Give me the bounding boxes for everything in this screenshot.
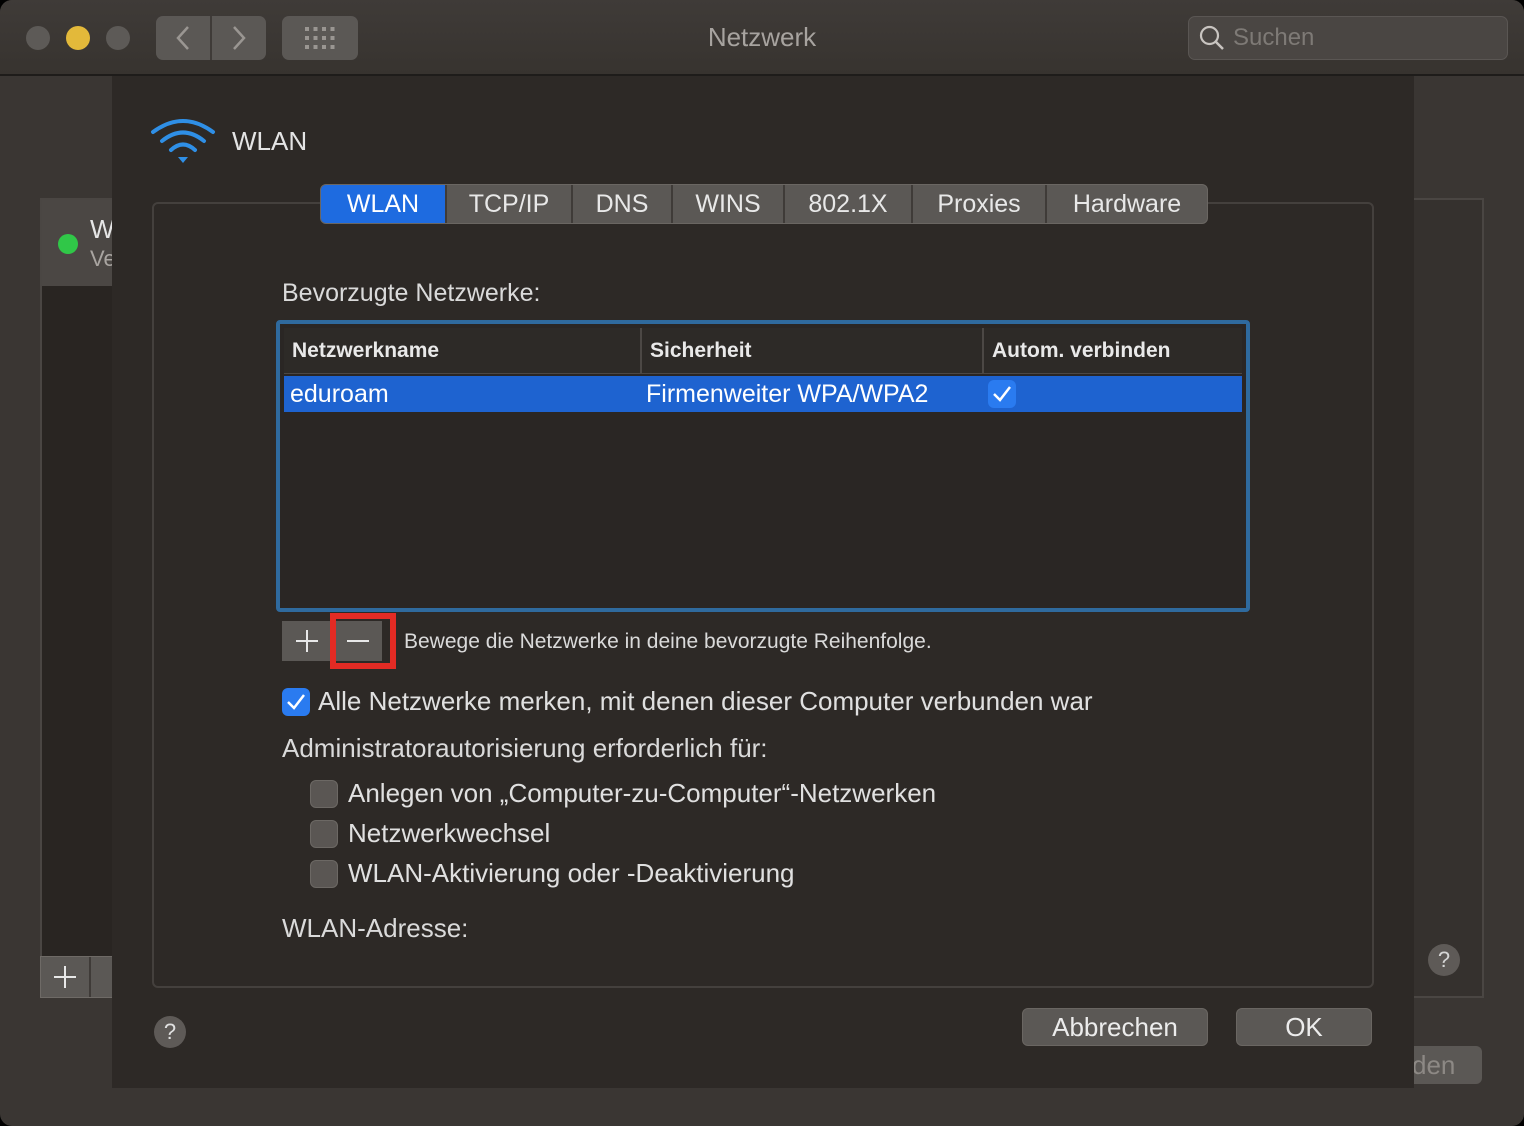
preferred-networks-label: Bevorzugte Netzwerke:: [282, 279, 541, 307]
sheet-title: WLAN: [232, 126, 308, 156]
preferred-networks-table[interactable]: Netzwerkname Sicherheit Autom. verbinden…: [276, 320, 1250, 612]
cancel-button[interactable]: Abbrechen: [1022, 1008, 1208, 1046]
status-connected-icon: [58, 234, 78, 254]
background-help-button[interactable]: ?: [1428, 944, 1460, 976]
admin-auth-label: Administratorautorisierung erforderlich …: [282, 733, 768, 763]
service-list-buttons: [40, 956, 120, 998]
cell-network-name: eduroam: [290, 379, 389, 408]
tab-wins[interactable]: WINS: [671, 185, 783, 223]
tab-bar: WLAN TCP/IP DNS WINS 802.1X Proxies Hard…: [320, 184, 1208, 224]
plus-icon: [54, 966, 76, 988]
highlight-annotation-box: [330, 613, 396, 669]
wifi-icon: [151, 119, 215, 163]
title-bar: Netzwerk: [0, 0, 1524, 76]
checkmark-icon: [993, 386, 1011, 402]
admin-option-checkbox-1[interactable]: [310, 779, 338, 808]
table-header: Netzwerkname Sicherheit Autom. verbinden: [284, 328, 1242, 374]
auto-connect-checkbox[interactable]: [988, 380, 1016, 408]
service-item-title: W: [90, 214, 115, 244]
background-action-button[interactable]: den: [1402, 1046, 1482, 1084]
cell-auto-connect: [982, 380, 1240, 408]
tab-dns[interactable]: DNS: [571, 185, 671, 223]
admin-option-row-1[interactable]: Anlegen von „Computer-zu-Computer“-Netzw…: [310, 778, 936, 809]
remember-networks-checkbox[interactable]: [282, 687, 310, 716]
network-preferences-window: Netzwerk W Ve ? den WLAN WLAN: [0, 0, 1524, 1126]
background-action-label: den: [1412, 1050, 1456, 1080]
service-list: W Ve: [40, 198, 120, 958]
ok-button[interactable]: OK: [1236, 1008, 1372, 1046]
wlan-advanced-sheet: WLAN WLAN TCP/IP DNS WINS 802.1X Proxies…: [112, 76, 1414, 1088]
wlan-address-label: WLAN-Adresse:: [282, 913, 469, 943]
tab-802-1x[interactable]: 802.1X: [783, 185, 911, 223]
remember-networks-label: Alle Netzwerke merken, mit denen dieser …: [318, 686, 1093, 716]
plus-icon: [296, 630, 318, 652]
search-input[interactable]: [1233, 24, 1493, 52]
column-header-security[interactable]: Sicherheit: [640, 328, 982, 374]
column-header-auto-connect[interactable]: Autom. verbinden: [982, 328, 1240, 374]
cell-security: Firmenweiter WPA/WPA2: [646, 379, 929, 408]
help-button[interactable]: ?: [154, 1016, 186, 1048]
add-network-button[interactable]: [282, 621, 332, 661]
table-row[interactable]: eduroam Firmenweiter WPA/WPA2: [284, 376, 1242, 412]
tab-tcp-ip[interactable]: TCP/IP: [445, 185, 571, 223]
admin-option-label-1: Anlegen von „Computer-zu-Computer“-Netzw…: [348, 778, 937, 808]
admin-option-label-3: WLAN-Aktivierung oder -Deaktivierung: [348, 858, 795, 888]
admin-option-checkbox-3[interactable]: [310, 859, 338, 888]
search-icon: [1199, 25, 1224, 50]
add-service-button[interactable]: [41, 957, 91, 997]
tab-proxies[interactable]: Proxies: [911, 185, 1045, 223]
admin-option-row-3[interactable]: WLAN-Aktivierung oder -Deaktivierung: [310, 858, 795, 889]
admin-option-row-2[interactable]: Netzwerkwechsel: [310, 818, 550, 849]
tab-wlan[interactable]: WLAN: [321, 185, 445, 223]
tab-hardware[interactable]: Hardware: [1045, 185, 1207, 223]
admin-option-label-2: Netzwerkwechsel: [348, 818, 551, 848]
service-details-panel: [1412, 198, 1484, 998]
reorder-hint: Bewege die Netzwerke in deine bevorzugte…: [404, 630, 932, 653]
checkmark-icon: [287, 693, 305, 710]
remember-networks-row[interactable]: Alle Netzwerke merken, mit denen dieser …: [282, 686, 1093, 717]
service-item-wlan[interactable]: W Ve: [42, 200, 120, 286]
search-field[interactable]: [1188, 16, 1508, 60]
column-header-name[interactable]: Netzwerkname: [284, 328, 640, 374]
admin-option-checkbox-2[interactable]: [310, 819, 338, 848]
